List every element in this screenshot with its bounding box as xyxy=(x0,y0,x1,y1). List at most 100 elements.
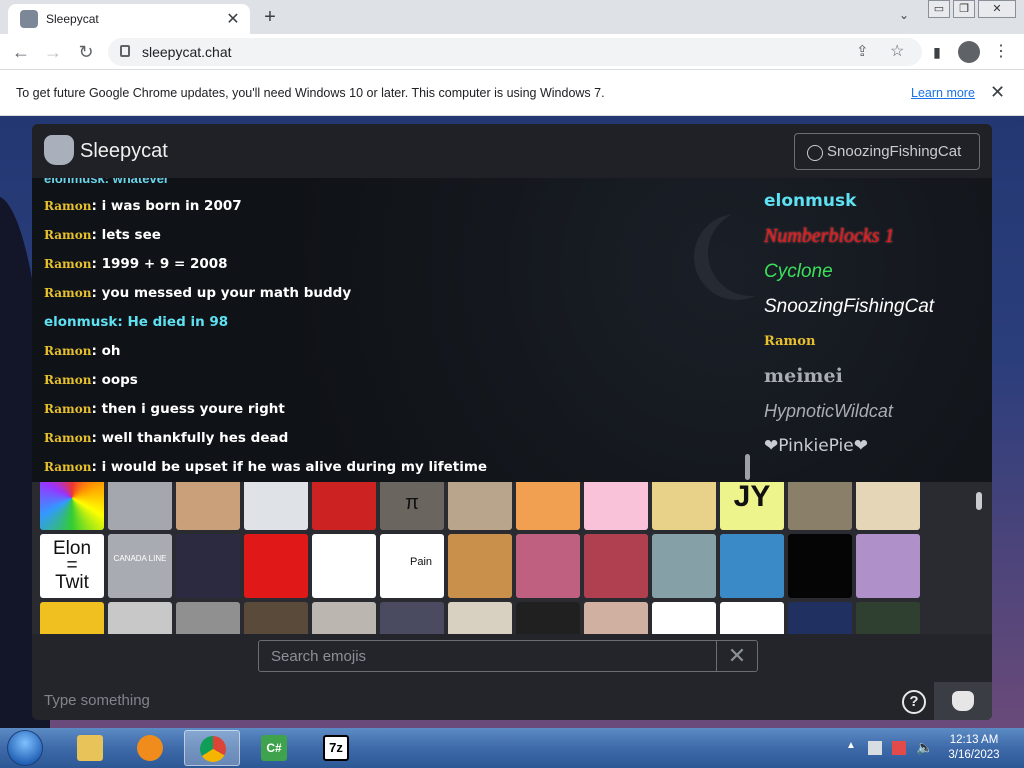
chrome-menu-icon[interactable]: ⋮ xyxy=(990,41,1012,63)
message-author[interactable]: Ramon xyxy=(44,199,91,213)
message-author[interactable]: Ramon xyxy=(44,431,91,445)
taskbar-7zip[interactable]: 7z xyxy=(308,730,364,766)
side-panel-icon[interactable]: ▮ xyxy=(926,41,948,63)
emoji-tile[interactable] xyxy=(108,602,172,634)
emoji-tile[interactable]: Elon = Twit xyxy=(40,534,104,598)
profile-avatar-icon[interactable] xyxy=(958,41,980,63)
emoji-tile[interactable] xyxy=(40,482,104,530)
address-bar[interactable]: sleepycat.chat ⇪ ☆ xyxy=(108,38,922,66)
emoji-tile[interactable] xyxy=(720,534,784,598)
emoji-tile[interactable] xyxy=(312,534,376,598)
start-button[interactable] xyxy=(7,730,43,766)
emoji-tile[interactable] xyxy=(176,534,240,598)
emoji-tile[interactable] xyxy=(652,482,716,530)
new-tab-button[interactable]: + xyxy=(258,5,282,29)
user-list-item[interactable]: elonmusk xyxy=(764,184,974,219)
taskbar-csharp[interactable]: C# xyxy=(246,730,302,766)
emoji-tile[interactable] xyxy=(516,482,580,530)
forward-arrow-icon[interactable]: → xyxy=(40,40,66,64)
tab-close-icon[interactable]: ✕ xyxy=(222,9,244,29)
windows-taskbar: C# 7z ▲ 🔈 12:13 AM 3/16/2023 xyxy=(0,728,1024,768)
action-center-icon[interactable] xyxy=(892,741,906,755)
emoji-tile[interactable] xyxy=(856,534,920,598)
message-author[interactable]: Ramon xyxy=(44,257,91,271)
emoji-tile[interactable] xyxy=(516,602,580,634)
volume-icon[interactable]: 🔈 xyxy=(916,739,933,756)
emoji-tile[interactable] xyxy=(516,534,580,598)
emoji-tile[interactable] xyxy=(856,602,920,634)
restore-button[interactable]: ❐ xyxy=(953,0,975,18)
user-button[interactable]: SnoozingFishingCat xyxy=(794,133,980,170)
emoji-tile[interactable] xyxy=(448,482,512,530)
taskbar-explorer[interactable] xyxy=(62,730,118,766)
emoji-scrollbar[interactable] xyxy=(976,492,982,510)
emoji-tile[interactable]: Pain xyxy=(380,534,444,598)
emoji-tile[interactable] xyxy=(244,482,308,530)
emoji-label: JY xyxy=(733,482,771,513)
emoji-tile[interactable] xyxy=(584,534,648,598)
user-list-item[interactable]: ❤PinkiePie❤ xyxy=(764,429,974,464)
send-button[interactable] xyxy=(934,682,992,720)
system-clock[interactable]: 12:13 AM 3/16/2023 xyxy=(944,733,1004,763)
emoji-search-clear-icon[interactable]: ✕ xyxy=(716,641,757,671)
close-window-button[interactable]: ✕ xyxy=(978,0,1016,18)
chat-scrollbar[interactable] xyxy=(745,454,750,480)
user-list-item[interactable]: Numberblocks 1 xyxy=(764,219,974,254)
emoji-tile[interactable] xyxy=(244,534,308,598)
message-author[interactable]: elonmusk xyxy=(44,314,117,330)
network-icon[interactable] xyxy=(868,741,882,755)
emoji-tile[interactable] xyxy=(108,482,172,530)
emoji-tile[interactable] xyxy=(312,602,376,634)
message-author[interactable]: Ramon xyxy=(44,344,91,358)
emoji-tile[interactable] xyxy=(176,602,240,634)
emoji-tile[interactable] xyxy=(856,482,920,530)
emoji-tile[interactable] xyxy=(652,602,716,634)
message-author[interactable]: Ramon xyxy=(44,286,91,300)
message-author[interactable]: Ramon xyxy=(44,402,91,416)
emoji-search-input[interactable]: Search emojis xyxy=(271,648,366,665)
back-arrow-icon[interactable]: ← xyxy=(8,40,34,64)
emoji-tile[interactable] xyxy=(40,602,104,634)
infobar-close-icon[interactable]: ✕ xyxy=(990,82,1005,103)
emoji-tile[interactable] xyxy=(312,482,376,530)
browser-tab[interactable]: Sleepycat ✕ xyxy=(8,4,250,34)
emoji-tile[interactable]: π xyxy=(380,482,444,530)
emoji-tile[interactable] xyxy=(720,602,784,634)
emoji-tile[interactable]: CANADA LINE xyxy=(108,534,172,598)
emoji-tile[interactable] xyxy=(788,482,852,530)
emoji-tile[interactable] xyxy=(244,602,308,634)
user-list-item[interactable]: Ramon xyxy=(764,324,974,359)
user-list-item[interactable]: HypnoticWildcat xyxy=(764,394,974,429)
bookmark-star-icon[interactable]: ☆ xyxy=(890,41,904,61)
message-author[interactable]: Ramon xyxy=(44,460,91,474)
emoji-image xyxy=(856,534,920,598)
help-icon[interactable]: ? xyxy=(902,690,926,714)
emoji-tile[interactable] xyxy=(788,534,852,598)
emoji-image xyxy=(108,602,172,634)
emoji-tile[interactable] xyxy=(584,602,648,634)
emoji-tile[interactable] xyxy=(448,602,512,634)
taskbar-chrome[interactable] xyxy=(184,730,240,766)
message-author[interactable]: Ramon xyxy=(44,228,91,242)
minimize-button[interactable]: ▭ xyxy=(928,0,950,18)
emoji-tile[interactable] xyxy=(788,602,852,634)
tab-search-icon[interactable]: ⌄ xyxy=(893,8,915,26)
taskbar-media-player[interactable] xyxy=(122,730,178,766)
learn-more-link[interactable]: Learn more xyxy=(911,86,975,100)
emoji-image xyxy=(312,602,376,634)
reload-icon[interactable]: ↻ xyxy=(73,40,99,64)
share-icon[interactable]: ⇪ xyxy=(856,42,869,60)
user-list-item[interactable]: SnoozingFishingCat xyxy=(764,289,974,324)
emoji-tile[interactable] xyxy=(448,534,512,598)
emoji-tile[interactable] xyxy=(584,482,648,530)
user-list-item[interactable]: meimei xyxy=(764,359,974,394)
emoji-tile[interactable] xyxy=(652,534,716,598)
message-author[interactable]: Ramon xyxy=(44,373,91,387)
message-input[interactable]: Type something xyxy=(44,692,150,709)
user-list-item[interactable]: Cyclone xyxy=(764,254,974,289)
sleepycat-favicon-icon xyxy=(20,10,38,28)
emoji-tile[interactable] xyxy=(380,602,444,634)
emoji-tile[interactable] xyxy=(176,482,240,530)
tray-expand-icon[interactable]: ▲ xyxy=(846,740,856,751)
emoji-tile[interactable]: JY xyxy=(720,482,784,530)
